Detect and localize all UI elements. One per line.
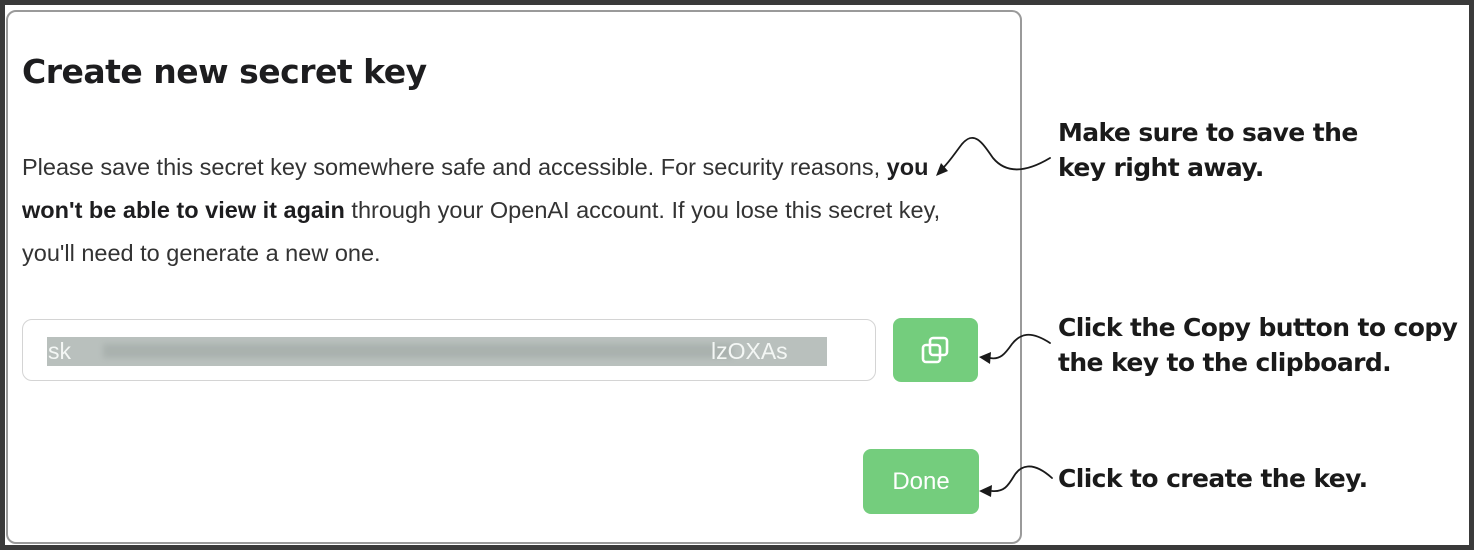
- callout-save-key-line2: key right away.: [1058, 153, 1264, 182]
- dialog-title: Create new secret key: [22, 52, 427, 91]
- copy-icon: [921, 336, 949, 364]
- done-button[interactable]: Done: [863, 449, 979, 514]
- callout-copy-line1: Click the Copy button to copy: [1058, 313, 1458, 342]
- dialog-description: Please save this secret key somewhere sa…: [22, 146, 982, 275]
- callout-copy-line2: the key to the clipboard.: [1058, 348, 1392, 377]
- callout-save-key: Make sure to save the key right away.: [1058, 115, 1358, 185]
- callout-create-line1: Click to create the key.: [1058, 464, 1368, 493]
- key-prefix: sk: [48, 338, 71, 364]
- callout-copy: Click the Copy button to copy the key to…: [1058, 310, 1458, 380]
- key-blurred-middle: [103, 344, 733, 358]
- secret-key-field[interactable]: sk lzOXAs: [22, 319, 876, 381]
- callout-save-key-line1: Make sure to save the: [1058, 118, 1358, 147]
- copy-button[interactable]: [893, 318, 978, 382]
- callout-create: Click to create the key.: [1058, 461, 1368, 496]
- key-suffix: lzOXAs: [711, 338, 788, 364]
- description-text: Please save this secret key somewhere sa…: [22, 154, 887, 180]
